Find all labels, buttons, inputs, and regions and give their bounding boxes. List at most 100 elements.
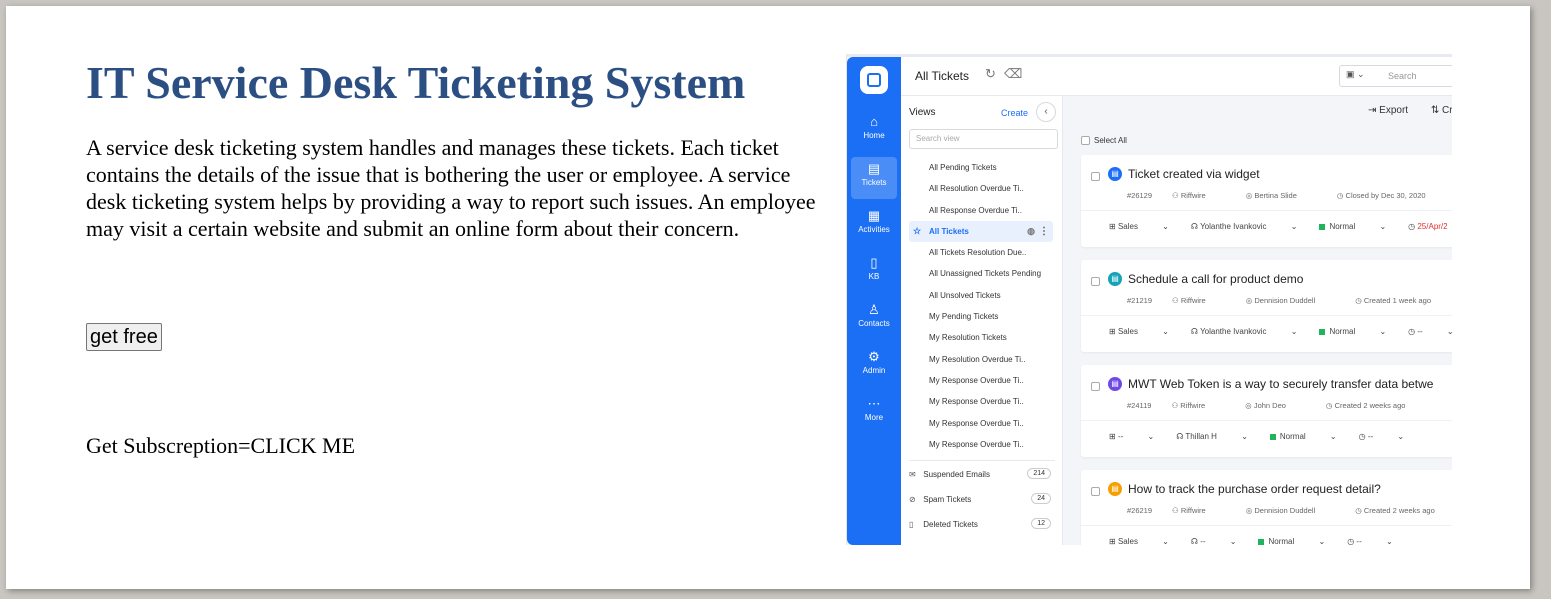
create-button[interactable]: ⇅ Cr: [1431, 105, 1452, 116]
select-all-checkbox[interactable]: [1081, 136, 1090, 146]
view-item[interactable]: All Resolution Overdue Ti..: [901, 178, 1061, 199]
view-item[interactable]: ☆ All Tickets ◍ ⋮: [909, 220, 1053, 243]
nav-item-kb[interactable]: ▯ KB: [851, 251, 897, 293]
group-dropdown[interactable]: ⊞ Sales ⌄: [1109, 222, 1169, 231]
nav-label: Home: [863, 131, 885, 140]
ticket-title[interactable]: Ticket created via widget: [1128, 167, 1260, 181]
ticket-contact: John Deo: [1253, 401, 1286, 410]
select-all[interactable]: Select All: [1081, 136, 1127, 146]
view-item[interactable]: All Tickets Resolution Due..: [901, 242, 1061, 263]
card-divider: [1081, 210, 1452, 211]
collapse-icon[interactable]: ‹: [1036, 102, 1056, 122]
view-item[interactable]: All Unassigned Tickets Pending: [901, 263, 1061, 284]
page-title: IT Service Desk Ticketing System: [86, 57, 746, 108]
view-item[interactable]: My Resolution Tickets: [901, 327, 1061, 348]
group-dropdown[interactable]: ⊞ -- ⌄: [1109, 432, 1154, 441]
ticket-card[interactable]: ▤ How to track the purchase order request…: [1081, 470, 1452, 545]
count-badge: 12: [1031, 518, 1051, 529]
view-item[interactable]: My Response Overdue Ti..: [901, 434, 1061, 455]
ticket-title[interactable]: How to track the purchase order request …: [1128, 482, 1381, 496]
agent-dropdown[interactable]: ☊ Yolanthe Ivankovic ⌄: [1191, 222, 1298, 231]
card-divider: [1081, 420, 1452, 421]
agent-dropdown[interactable]: ☊ Thillan H ⌄: [1176, 432, 1248, 441]
view-item-label: My Response Overdue Ti..: [929, 397, 1024, 407]
refresh-icon[interactable]: ↻: [985, 66, 996, 82]
nav-label: KB: [868, 272, 880, 281]
ticket-title[interactable]: MWT Web Token is a way to securely trans…: [1128, 377, 1433, 391]
ticket-properties: ⊞ Sales ⌄ ☊ Yolanthe Ivankovic ⌄ Normal ⌄ ◷…: [1109, 222, 1452, 231]
nav-item-activities[interactable]: ▦ Activities: [851, 204, 897, 246]
mail-icon: ✉: [909, 470, 916, 479]
ticket-checkbox[interactable]: [1091, 382, 1100, 391]
priority-dropdown[interactable]: Normal ⌄: [1258, 537, 1325, 545]
priority-dropdown[interactable]: Normal ⌄: [1319, 222, 1386, 231]
ticket-filter-dropdown-icon[interactable]: ▣ ⌄: [1346, 69, 1365, 80]
page: IT Service Desk Ticketing System A servi…: [6, 6, 1530, 589]
view-item-label: All Unsolved Tickets: [929, 290, 1001, 300]
ticket-status-time: Created 2 weeks ago: [1334, 401, 1406, 410]
priority-dropdown[interactable]: Normal ⌄: [1269, 432, 1337, 441]
view-search-input[interactable]: Search view: [909, 129, 1058, 149]
priority-dropdown[interactable]: Normal ⌄: [1319, 327, 1386, 336]
due-dropdown[interactable]: ◷ 25/Apr/2 ⌄: [1408, 222, 1452, 231]
view-item[interactable]: All Unsolved Tickets: [901, 285, 1061, 306]
ticket-contact: Bertina Slide: [1254, 191, 1297, 200]
get-free-button[interactable]: get free: [86, 323, 162, 351]
nav-label: Admin: [862, 366, 886, 375]
nav-rail: ⌂ Home ▤ Tickets ▦ Activities ▯ KB ♙ Contacts ⚙ Adm…: [847, 57, 901, 545]
view-item[interactable]: All Response Overdue Ti..: [901, 200, 1061, 221]
ticket-company: Riffwire: [1180, 506, 1206, 515]
ticket-checkbox[interactable]: [1091, 277, 1100, 286]
ticket-contact: Dennision Duddell: [1254, 296, 1316, 305]
view-item[interactable]: My Response Overdue Ti..: [901, 391, 1061, 412]
nav-label: More: [864, 413, 884, 422]
view-extra-item[interactable]: ⊘ Spam Tickets 24: [909, 493, 1057, 504]
views-title: Views: [909, 107, 936, 118]
view-item[interactable]: All Pending Tickets: [901, 157, 1061, 178]
group-dropdown[interactable]: ⊞ Sales ⌄: [1109, 537, 1169, 545]
export-button[interactable]: ⇥ Export: [1368, 105, 1418, 116]
search-box[interactable]: ▣ ⌄ Search: [1339, 65, 1452, 87]
agent-dropdown[interactable]: ☊ Yolanthe Ivankovic ⌄: [1191, 327, 1298, 336]
view-item[interactable]: My Response Overdue Ti..: [901, 413, 1061, 434]
nav-item-contacts[interactable]: ♙ Contacts: [851, 298, 897, 340]
card-divider: [1081, 525, 1452, 526]
agent-dropdown[interactable]: ☊ -- ⌄: [1191, 537, 1237, 545]
view-item-label: My Resolution Tickets: [929, 333, 1007, 343]
group-dropdown[interactable]: ⊞ Sales ⌄: [1109, 327, 1169, 336]
view-extra-item[interactable]: ✉ Suspended Emails 214: [909, 468, 1057, 479]
ticket-card[interactable]: ▤ Ticket created via widget #26129 ⚇ Riffwi…: [1081, 155, 1452, 247]
nav-item-admin[interactable]: ⚙ Admin: [851, 345, 897, 387]
ticket-title[interactable]: Schedule a call for product demo: [1128, 272, 1303, 286]
clock-icon: ◷ Closed by Dec 30, 2020: [1336, 191, 1426, 200]
due-dropdown[interactable]: ◷ -- ⌄: [1359, 432, 1404, 441]
star-icon[interactable]: ☆: [913, 221, 921, 242]
kebab-menu-icon[interactable]: ⋮: [1039, 221, 1049, 242]
view-item-label: All Tickets: [929, 226, 969, 236]
book-icon: ▯: [870, 255, 878, 270]
ticket-company: Riffwire: [1180, 296, 1206, 305]
ticket-checkbox[interactable]: [1091, 172, 1100, 181]
view-item[interactable]: My Response Overdue Ti..: [901, 370, 1061, 391]
due-dropdown[interactable]: ◷ -- ⌄: [1408, 327, 1452, 336]
subscription-link[interactable]: Get Subscreption=CLICK ME: [86, 433, 355, 459]
due-dropdown[interactable]: ◷ -- ⌄: [1347, 537, 1392, 545]
create-view-link[interactable]: Create: [1001, 108, 1028, 118]
nav-item-home[interactable]: ⌂ Home: [851, 110, 897, 152]
contact-icon: ◎ John Deo: [1245, 401, 1286, 410]
ticket-card[interactable]: ▤ Schedule a call for product demo #21219 ⚇…: [1081, 260, 1452, 352]
ticket-id: #26219: [1127, 506, 1153, 515]
view-extra-item[interactable]: ▯ Deleted Tickets 12: [909, 518, 1057, 529]
ticket-priority: Normal: [1329, 327, 1356, 336]
ticket-card[interactable]: ▤ MWT Web Token is a way to securely tran…: [1081, 365, 1452, 457]
views-divider: [909, 460, 1055, 461]
ticket-group: Sales: [1117, 222, 1138, 231]
nav-item-tickets[interactable]: ▤ Tickets: [851, 157, 897, 199]
view-item[interactable]: My Resolution Overdue Ti..: [901, 349, 1061, 370]
clock-icon: ◷ Created 1 week ago: [1355, 296, 1432, 305]
ticket-checkbox[interactable]: [1091, 487, 1100, 496]
home-icon: ⌂: [870, 114, 878, 129]
nav-item-more[interactable]: ⋯ More: [851, 392, 897, 434]
view-item[interactable]: My Pending Tickets: [901, 306, 1061, 327]
eraser-icon[interactable]: ⌫: [1004, 66, 1022, 82]
